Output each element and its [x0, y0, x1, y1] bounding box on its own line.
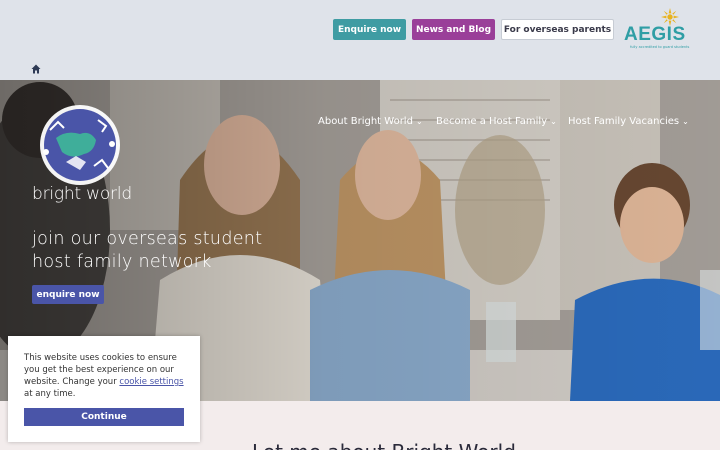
nav-host-family-vacancies[interactable]: Host Family Vacancies ⌄	[568, 116, 689, 127]
chevron-down-icon: ⌄	[682, 117, 689, 126]
enquire-now-button[interactable]: Enquire now	[333, 19, 406, 40]
cookie-banner: This website uses cookies to ensure you …	[8, 336, 200, 442]
nav-label: Host Family Vacancies	[568, 116, 680, 127]
home-icon[interactable]	[31, 64, 41, 74]
hero-headline: join our overseas student host family ne…	[32, 228, 262, 274]
nav-label: Become a Host Family	[436, 116, 548, 127]
cookie-settings-link[interactable]: cookie settings	[119, 377, 183, 387]
aegis-logo[interactable]: AEGIS fully accredited to guard students	[624, 8, 689, 50]
hero-headline-line: join our overseas student	[32, 229, 263, 249]
overseas-parents-button[interactable]: For overseas parents	[501, 19, 614, 40]
nav-label: About Bright World	[318, 116, 413, 127]
chevron-down-icon: ⌄	[550, 117, 557, 126]
bright-world-logo-text[interactable]: bright world	[32, 184, 132, 204]
aegis-wordmark: AEGIS	[624, 24, 686, 45]
hero-enquire-button[interactable]: enquire now	[32, 285, 104, 304]
cookie-message: This website uses cookies to ensure you …	[24, 352, 192, 400]
bright-world-globe-icon[interactable]	[36, 100, 128, 190]
cookie-text-end: at any time.	[24, 389, 76, 399]
section-title: Let me about Bright World	[252, 440, 516, 450]
aegis-tagline: fully accredited to guard students	[630, 45, 690, 49]
news-and-blog-button[interactable]: News and Blog	[412, 19, 495, 40]
cookie-continue-button[interactable]: Continue	[24, 408, 184, 426]
chevron-down-icon: ⌄	[415, 117, 423, 126]
nav-become-host-family[interactable]: Become a Host Family ⌄	[436, 116, 557, 127]
hero-headline-line: host family network	[32, 252, 212, 272]
nav-about-bright-world[interactable]: About Bright World ⌄	[318, 116, 423, 127]
top-bar: Enquire now News and Blog For overseas p…	[0, 0, 720, 80]
